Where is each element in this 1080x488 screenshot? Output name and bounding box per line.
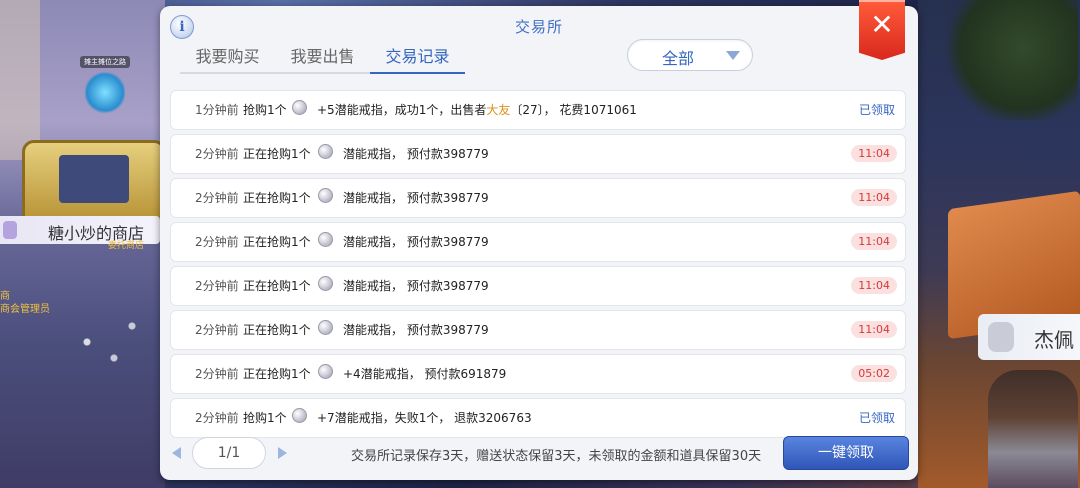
record-detail: 潜能戒指， 预付款398779 [343, 191, 489, 205]
ring-icon[interactable] [318, 188, 333, 203]
npc-label-line1: 商 [0, 291, 10, 302]
record-detail: 潜能戒指， 预付款398779 [343, 279, 489, 293]
claimed-label: 已领取 [858, 411, 895, 425]
filter-value: 全部 [661, 49, 694, 68]
retention-note: 交易所记录保存3天，赠送状态保留3天，未领取的金额和道具保留30天 [351, 449, 762, 464]
record-detail: 潜能戒指， 预付款398779 [343, 147, 489, 161]
ring-icon[interactable] [318, 232, 333, 247]
record-status: 正在抢购1个 [243, 191, 311, 205]
record-detail: +5潜能戒指，成功1个，出售者大友〔27〕， 花费1071061 [317, 91, 637, 129]
shop-booth[interactable] [22, 140, 166, 221]
panel-title: 交易所 [514, 18, 563, 36]
close-button[interactable]: ✕ [859, 0, 905, 60]
record-time: 2分钟前 [195, 323, 239, 337]
npc-name-tag: 摊主摊位之路 [80, 56, 130, 68]
record-detail: 潜能戒指， 预付款398779 [343, 235, 489, 249]
seller-name[interactable]: 大友 [486, 103, 510, 117]
scene-right [918, 0, 1080, 488]
record-detail: +7潜能戒指，失败1个， 退款3206763 [317, 411, 532, 425]
record-status: 正在抢购1个 [243, 279, 311, 293]
shop-bag-icon [988, 322, 1014, 352]
record-time: 2分钟前 [195, 367, 239, 381]
panel-footer: 1/1 交易所记录保存3天，赠送状态保留3天，未领取的金额和道具保留30天 一键… [160, 434, 918, 474]
claim-all-button[interactable]: 一键领取 [783, 436, 909, 470]
record-row: 2分钟前 正在抢购1个 潜能戒指， 预付款398779 11:04 [170, 266, 906, 306]
close-icon: ✕ [870, 8, 894, 41]
booth-board [59, 155, 129, 203]
detail-text: +5潜能戒指，成功1个，出售者 [317, 103, 487, 117]
player-shop-banner-right[interactable]: 杰佩 [978, 314, 1080, 360]
record-time: 2分钟前 [195, 411, 239, 425]
record-status: 正在抢购1个 [243, 235, 311, 249]
record-time: 2分钟前 [195, 191, 239, 205]
record-row: 2分钟前 正在抢购1个 +4潜能戒指， 预付款691879 05:02 [170, 354, 906, 394]
filter-dropdown[interactable]: 全部 [627, 39, 753, 71]
ring-icon[interactable] [318, 364, 333, 379]
record-status: 抢购1个 [243, 103, 287, 117]
record-row: 2分钟前 正在抢购1个 潜能戒指， 预付款398779 11:04 [170, 134, 906, 174]
record-time: 2分钟前 [195, 235, 239, 249]
ring-icon[interactable] [318, 144, 333, 159]
record-row: 2分钟前 正在抢购1个 潜能戒指， 预付款398779 11:04 [170, 178, 906, 218]
countdown-timer: 11:04 [851, 321, 897, 338]
record-status: 抢购1个 [243, 411, 287, 425]
ring-icon[interactable] [292, 408, 307, 423]
record-status: 正在抢购1个 [243, 147, 311, 161]
npc-sprite[interactable] [85, 70, 125, 115]
player-shop-subtitle: 委托商店 [108, 241, 145, 251]
countdown-timer: 11:04 [851, 277, 897, 294]
record-status: 正在抢购1个 [243, 323, 311, 337]
record-time: 1分钟前 [195, 103, 239, 117]
player-shop-name-right: 杰佩 [1034, 328, 1074, 352]
tab-sell[interactable]: 我要出售 [275, 44, 370, 74]
detail-suffix: 〔27〕， 花费1071061 [510, 103, 637, 117]
exchange-panel: i 交易所 ✕ 我要购买 我要出售 交易记录 全部 1分钟前 抢购1个 +5潜能… [160, 0, 918, 480]
countdown-timer: 11:04 [851, 189, 897, 206]
record-row: 2分钟前 正在抢购1个 潜能戒指， 预付款398779 11:04 [170, 222, 906, 262]
record-detail: +4潜能戒指， 预付款691879 [343, 367, 507, 381]
player-character[interactable] [988, 370, 1078, 488]
record-time: 2分钟前 [195, 279, 239, 293]
record-status: 正在抢购1个 [243, 367, 311, 381]
claimed-label: 已领取 [858, 103, 895, 117]
record-row: 2分钟前 抢购1个 +7潜能戒指，失败1个， 退款3206763 已领取 [170, 398, 906, 438]
record-row: 1分钟前 抢购1个 +5潜能戒指，成功1个，出售者大友〔27〕， 花费10710… [170, 90, 906, 130]
countdown-timer: 11:04 [851, 233, 897, 250]
scene-wall [0, 0, 40, 160]
ring-icon[interactable] [318, 320, 333, 335]
npc-label-left: 商 商会管理员 [0, 290, 50, 316]
shop-bag-icon [3, 221, 17, 239]
page-indicator: 1/1 [192, 437, 266, 469]
tab-buy[interactable]: 我要购买 [180, 44, 275, 74]
record-time: 2分钟前 [195, 147, 239, 161]
ring-icon[interactable] [292, 100, 307, 115]
chevron-down-icon [726, 51, 740, 60]
page-next-icon[interactable] [278, 447, 287, 459]
scene-tree [938, 0, 1078, 120]
record-detail: 潜能戒指， 预付款398779 [343, 323, 489, 337]
npc-label-line2: 商会管理员 [0, 304, 50, 315]
page-prev-icon[interactable] [172, 447, 181, 459]
record-row: 2分钟前 正在抢购1个 潜能戒指， 预付款398779 11:04 [170, 310, 906, 350]
countdown-timer: 11:04 [851, 145, 897, 162]
tab-records[interactable]: 交易记录 [370, 44, 465, 74]
ring-icon[interactable] [318, 276, 333, 291]
countdown-timer: 05:02 [851, 365, 897, 382]
tab-bar: 我要购买 我要出售 交易记录 [180, 44, 465, 74]
record-list[interactable]: 1分钟前 抢购1个 +5潜能戒指，成功1个，出售者大友〔27〕， 花费10710… [170, 90, 906, 442]
sparkle-effect [60, 310, 150, 390]
